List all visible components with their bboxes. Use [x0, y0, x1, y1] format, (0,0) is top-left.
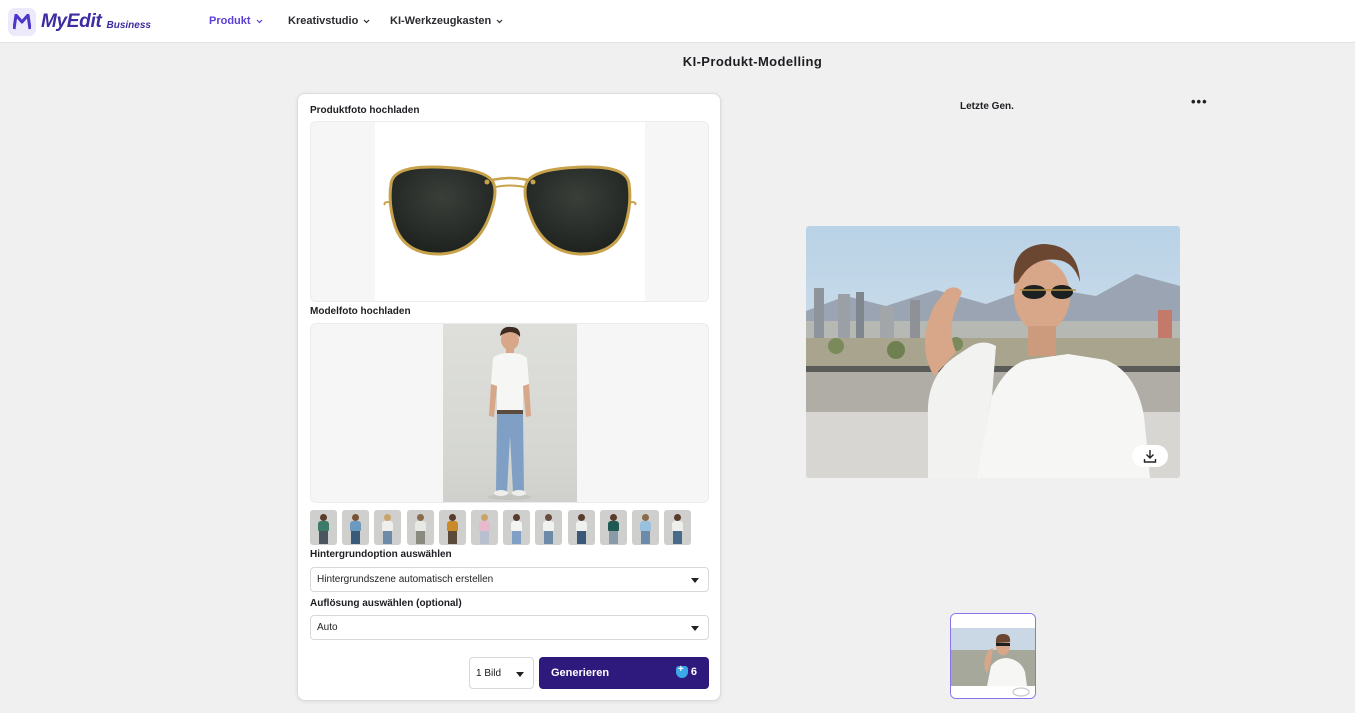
- download-icon: [1143, 450, 1157, 463]
- model-preset-thumb[interactable]: [599, 510, 627, 545]
- aviator-sunglasses-icon: [383, 165, 637, 256]
- model-preset-list: [310, 510, 696, 545]
- image-count-value: 1 Bild: [476, 668, 502, 679]
- model-preset-thumb[interactable]: [374, 510, 402, 545]
- result-image: [806, 226, 1180, 478]
- model-preset-thumb[interactable]: [503, 510, 531, 545]
- standing-model-icon: [488, 326, 532, 500]
- credit-value: 6: [690, 666, 697, 678]
- nav-produkt-label: Produkt: [209, 15, 251, 27]
- nav-produkt[interactable]: Produkt: [209, 15, 263, 27]
- more-options-icon[interactable]: •••: [1191, 94, 1208, 109]
- resolution-label: Auflösung auswählen (optional): [310, 598, 462, 609]
- top-navigation: MyEdit Business Produkt Kreativstudio KI…: [0, 0, 1355, 43]
- model-preset-thumb[interactable]: [535, 510, 563, 545]
- page-title: KI-Produkt-Modelling: [682, 54, 823, 69]
- background-option-value: Hintergrundszene automatisch erstellen: [317, 574, 494, 585]
- image-count-select[interactable]: 1 Bild: [469, 657, 534, 689]
- nav-kreativstudio[interactable]: Kreativstudio: [288, 15, 370, 27]
- last-generation-title: Letzte Gen.: [960, 101, 1014, 112]
- resolution-value: Auto: [317, 622, 338, 633]
- nav-kreativstudio-label: Kreativstudio: [288, 15, 359, 27]
- nav-ki-werkzeugkasten-label: KI-Werkzeugkasten: [390, 15, 492, 27]
- product-upload-label: Produktfoto hochladen: [310, 105, 420, 116]
- background-option-label: Hintergrundoption auswählen: [310, 549, 452, 560]
- resolution-select[interactable]: Auto: [310, 615, 709, 640]
- history-thumbnail-image: [951, 614, 1035, 698]
- model-preset-thumb[interactable]: [664, 510, 692, 545]
- product-image: [375, 122, 645, 301]
- caret-down-icon: [691, 578, 699, 583]
- model-upload-area[interactable]: [310, 323, 709, 503]
- model-image: [443, 324, 577, 502]
- background-option-select[interactable]: Hintergrundszene automatisch erstellen: [310, 567, 709, 592]
- nav-ki-werkzeugkasten[interactable]: KI-Werkzeugkasten: [390, 15, 503, 27]
- app-name: MyEdit: [41, 11, 102, 32]
- history-thumbnail[interactable]: [950, 613, 1036, 699]
- caret-down-icon: [691, 626, 699, 631]
- model-preset-thumb[interactable]: [567, 510, 595, 545]
- chevron-down-icon: [363, 19, 370, 23]
- generated-model-photo: [806, 226, 1180, 478]
- generate-button[interactable]: Generieren 6: [539, 657, 709, 689]
- myedit-logo-icon: [8, 8, 36, 36]
- chevron-down-icon: [256, 19, 262, 23]
- settings-panel: Produktfoto hochladen Modelfoto hochlade…: [297, 93, 721, 701]
- model-preset-thumb[interactable]: [631, 510, 659, 545]
- model-preset-thumb[interactable]: [406, 510, 434, 545]
- caret-down-icon: [516, 672, 524, 677]
- model-preset-thumb[interactable]: [438, 510, 466, 545]
- download-button[interactable]: [1132, 445, 1168, 467]
- model-preset-thumb[interactable]: [470, 510, 498, 545]
- model-preset-thumb[interactable]: [342, 510, 370, 545]
- credit-cost: 6: [675, 664, 697, 678]
- model-upload-label: Modelfoto hochladen: [310, 306, 411, 317]
- app-logo[interactable]: MyEdit Business: [8, 8, 151, 36]
- credit-shield-icon: [675, 664, 688, 678]
- model-preset-thumb[interactable]: [310, 510, 337, 545]
- generate-label: Generieren: [551, 667, 610, 679]
- app-tier: Business: [106, 19, 151, 31]
- product-upload-area[interactable]: [310, 121, 709, 302]
- chevron-down-icon: [496, 19, 503, 23]
